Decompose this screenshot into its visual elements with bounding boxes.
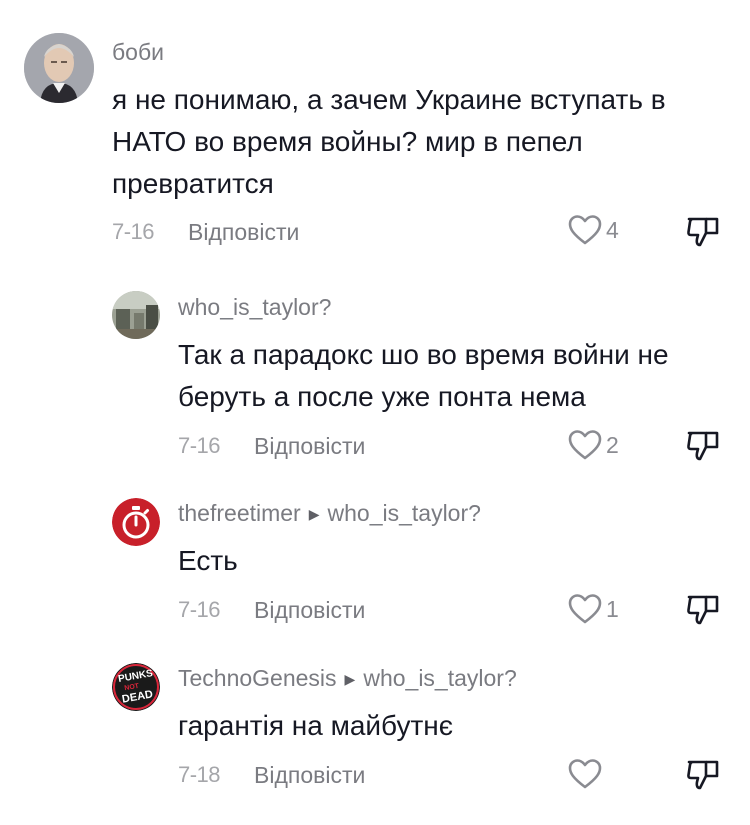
avatar[interactable] xyxy=(24,33,94,103)
comment-meta: 7-18 Відповісти xyxy=(178,755,365,795)
comment-meta: 7-16 Відповісти xyxy=(112,212,299,252)
comment-text-line: превратится xyxy=(112,168,274,199)
comment-text-line: беруть а после уже понта нема xyxy=(178,381,586,412)
comment-username[interactable]: TechnoGenesis xyxy=(178,665,337,691)
reply-button[interactable]: Відповісти xyxy=(254,597,365,624)
comment-date: 7-18 xyxy=(178,762,221,787)
comment-text: Есть xyxy=(178,540,238,582)
comment-username[interactable]: who_is_taylor? xyxy=(178,294,331,321)
comment-text: я не понимаю, а зачем Украине вступать в… xyxy=(112,79,666,205)
reply-to-username[interactable]: who_is_taylor? xyxy=(363,665,516,691)
dislike-button[interactable] xyxy=(686,216,720,255)
avatar[interactable]: PUNKS NOT DEAD xyxy=(112,663,160,711)
reply-item: PUNKS NOT DEAD TechnoGenesis ▶ who_is_tayl… xyxy=(0,645,750,825)
reply-arrow-icon: ▶ xyxy=(308,506,320,522)
comment-text-line: гарантія на майбутнє xyxy=(178,710,454,741)
like-button[interactable]: 4 xyxy=(568,214,619,246)
dislike-button[interactable] xyxy=(686,594,720,633)
heart-icon xyxy=(568,759,602,789)
like-button[interactable]: 2 xyxy=(568,429,619,461)
reply-button[interactable]: Відповісти xyxy=(254,762,365,789)
thumbs-down-icon xyxy=(687,217,719,247)
thumbs-down-icon xyxy=(687,595,719,625)
comment-date: 7-16 xyxy=(178,597,221,622)
heart-icon xyxy=(568,594,602,624)
like-count: 2 xyxy=(606,431,619,458)
comment-text-line: Есть xyxy=(178,545,238,576)
reply-to-username[interactable]: who_is_taylor? xyxy=(328,500,481,526)
like-count: 1 xyxy=(606,595,619,622)
like-button[interactable]: 1 xyxy=(568,593,619,625)
reply-item: thefreetimer ▶ who_is_taylor? Есть 7-16 Ві… xyxy=(0,480,750,640)
comment-text: гарантія на майбутнє xyxy=(178,705,453,747)
dislike-button[interactable] xyxy=(686,759,720,798)
comment-meta: 7-16 Відповісти xyxy=(178,590,365,630)
dislike-button[interactable] xyxy=(686,430,720,469)
reply-button[interactable]: Відповісти xyxy=(188,219,299,246)
heart-icon xyxy=(568,215,602,245)
comment-text: Так а парадокс шо во время войни не беру… xyxy=(178,334,669,418)
comment-text-line: НАТО во время войны? мир в пепел xyxy=(112,126,583,157)
comment-date: 7-16 xyxy=(112,219,155,244)
like-count: 4 xyxy=(606,216,619,243)
avatar[interactable] xyxy=(112,291,160,339)
comment-username[interactable]: боби xyxy=(112,39,164,66)
comment-username[interactable]: thefreetimer xyxy=(178,500,301,526)
comment-item: боби я не понимаю, а зачем Украине вступ… xyxy=(0,0,750,260)
reply-item: who_is_taylor? Так а парадокс шо во врем… xyxy=(0,270,750,470)
reply-arrow-icon: ▶ xyxy=(344,671,356,687)
like-button[interactable] xyxy=(568,758,606,790)
comment-text-line: Так а парадокс шо во время войни не xyxy=(178,339,669,370)
comment-username-line: thefreetimer ▶ who_is_taylor? xyxy=(178,500,481,527)
reply-button[interactable]: Відповісти xyxy=(254,433,365,460)
avatar[interactable] xyxy=(112,498,160,546)
comment-username-line: TechnoGenesis ▶ who_is_taylor? xyxy=(178,665,517,692)
thumbs-down-icon xyxy=(687,431,719,461)
thumbs-down-icon xyxy=(687,760,719,790)
comment-meta: 7-16 Відповісти xyxy=(178,426,365,466)
heart-icon xyxy=(568,430,602,460)
comment-text-line: я не понимаю, а зачем Украине вступать в xyxy=(112,84,666,115)
comment-date: 7-16 xyxy=(178,433,221,458)
